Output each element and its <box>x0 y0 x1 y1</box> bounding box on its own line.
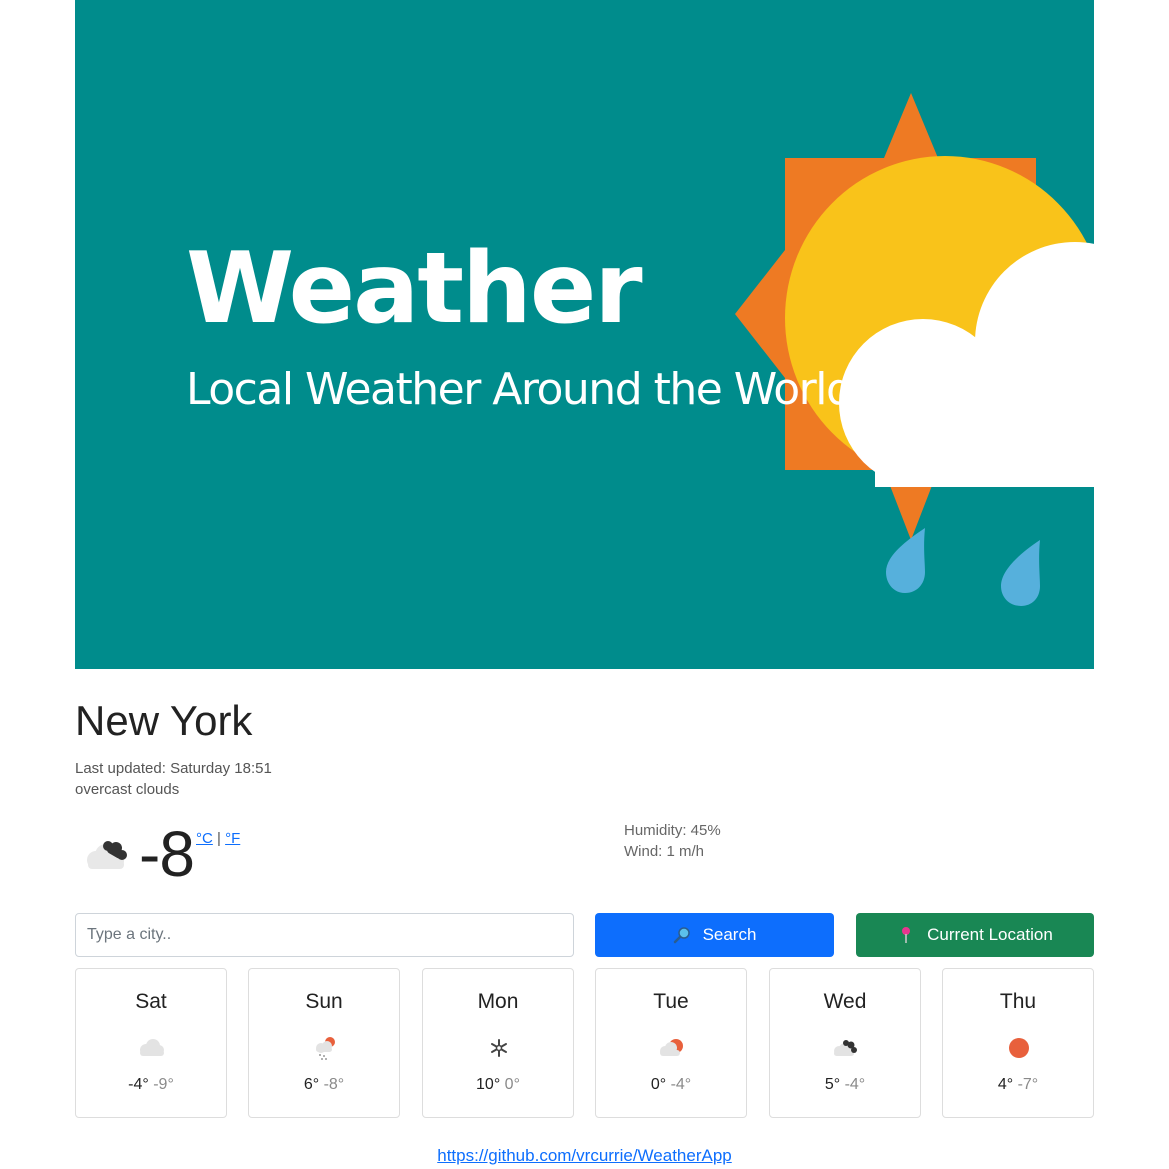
current-location-button[interactable]: Current Location <box>856 913 1094 957</box>
raindrop-right <box>1001 540 1040 606</box>
pushpin-icon <box>902 927 911 943</box>
search-button-label: Search <box>702 925 757 944</box>
forecast-min: 0° <box>504 1076 520 1093</box>
banner: Weather Local Weather Around the World <box>75 0 1094 669</box>
forecast-max: 5° <box>824 1076 841 1093</box>
forecast-card: Wed 5° -4° <box>769 968 921 1118</box>
raindrop-left <box>886 528 925 593</box>
forecast-card: Mon 10° 0° <box>422 968 574 1118</box>
forecast-day: Tue <box>653 990 689 1013</box>
forecast-max: 6° <box>303 1076 320 1093</box>
search-button[interactable]: Search <box>595 913 834 957</box>
forecast-min: -7° <box>1017 1076 1039 1093</box>
footer: https://github.com/vrcurrie/WeatherApp <box>0 1146 1169 1166</box>
forecast-day: Mon <box>477 990 519 1013</box>
forecast-day: Wed <box>823 990 867 1013</box>
banner-title: Weather <box>186 232 643 346</box>
forecast-min: -4° <box>844 1076 866 1093</box>
weather-description: overcast clouds <box>75 781 180 798</box>
current-temperature: -8 <box>139 818 195 890</box>
forecast-min: -9° <box>153 1076 174 1093</box>
forecast-temps: 6° -8° <box>249 1076 399 1094</box>
sun-behind-cloud-icon <box>660 1039 683 1056</box>
current-meta: Last updated: Saturday 18:51 overcast cl… <box>75 758 272 800</box>
banner-subtitle: Local Weather Around the World <box>186 364 854 415</box>
city-name: New York <box>75 697 253 744</box>
fahrenheit-link[interactable]: °F <box>225 830 240 847</box>
forecast-max: -4° <box>128 1076 149 1093</box>
forecast-max: 0° <box>650 1076 667 1093</box>
forecast-max: 4° <box>997 1076 1014 1093</box>
wind: Wind: 1 m/h <box>624 843 705 860</box>
last-updated: Last updated: Saturday 18:51 <box>75 760 272 777</box>
humidity: Humidity: 45% <box>624 822 721 839</box>
forecast-card: Tue 0° -4° <box>595 968 747 1118</box>
unit-separator: | <box>217 830 221 847</box>
forecast-temps: 0° -4° <box>596 1076 746 1094</box>
forecast-card: Sat -4° -9° <box>75 968 227 1118</box>
forecast-temps: 4° -7° <box>943 1076 1093 1094</box>
sun-icon <box>1009 1038 1029 1058</box>
forecast-temps: 5° -4° <box>770 1076 920 1094</box>
magnifying-glass-icon <box>673 927 690 944</box>
overcast-clouds-icon <box>834 1040 857 1056</box>
snow-sun-cloud-icon <box>316 1037 335 1060</box>
snowflake-icon <box>491 1039 507 1057</box>
weather-details: Humidity: 45% Wind: 1 m/h <box>624 820 721 862</box>
forecast-temps: -4° -9° <box>76 1076 226 1094</box>
github-link[interactable]: https://github.com/vrcurrie/WeatherApp <box>437 1146 732 1165</box>
city-search-input[interactable] <box>75 913 574 957</box>
overcast-clouds-icon <box>87 841 127 869</box>
forecast-day: Thu <box>999 990 1037 1013</box>
forecast-min: -8° <box>323 1076 345 1093</box>
cloud-icon <box>140 1039 164 1056</box>
forecast-temps: 10° 0° <box>423 1076 573 1094</box>
forecast-day: Sun <box>305 990 343 1013</box>
weather-app: Weather Local Weather Around the World N… <box>0 0 1169 1169</box>
current-location-label: Current Location <box>927 925 1053 944</box>
unit-toggle: °C | °F <box>196 830 240 847</box>
forecast-min: -4° <box>670 1076 692 1093</box>
forecast-card: Sun 6° -8° <box>248 968 400 1118</box>
forecast-card: Thu 4° -7° <box>942 968 1094 1118</box>
celsius-link[interactable]: °C <box>196 830 213 847</box>
forecast-max: 10° <box>476 1076 501 1093</box>
forecast-day: Sat <box>135 990 167 1013</box>
